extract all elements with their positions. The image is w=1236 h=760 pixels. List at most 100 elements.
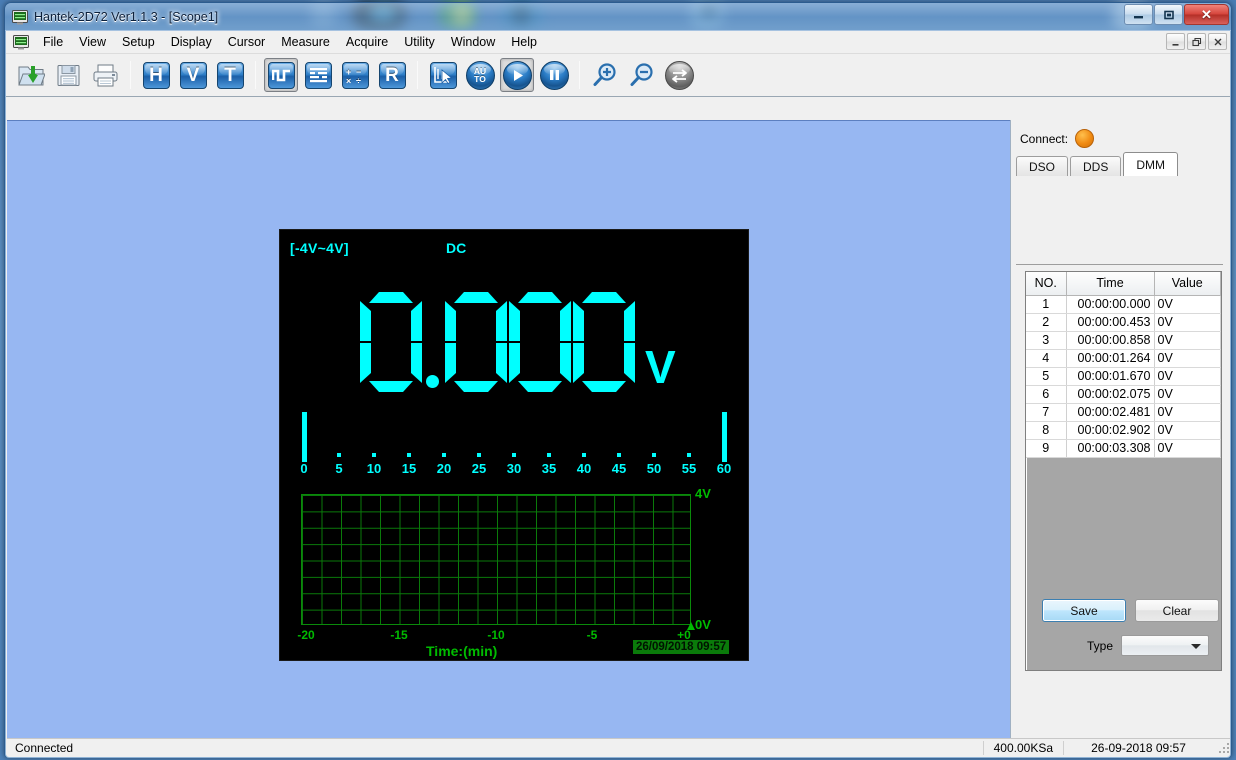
table-row[interactable]: 4 00:00:01.264 0V: [1026, 349, 1221, 368]
math-icon: + − × ÷: [341, 61, 369, 89]
tab-dds[interactable]: DDS: [1070, 156, 1122, 176]
cursor-select-button[interactable]: [426, 58, 460, 92]
tab-dso[interactable]: DSO: [1016, 156, 1069, 176]
resize-grip[interactable]: [1217, 741, 1230, 755]
print-icon: [93, 64, 117, 86]
swap-button[interactable]: [662, 58, 696, 92]
waveform-button[interactable]: [264, 58, 298, 92]
menu-item-file[interactable]: File: [35, 32, 71, 52]
table-cell-time: 00:00:02.902: [1066, 421, 1155, 440]
mdi-close-button[interactable]: [1208, 33, 1227, 50]
zoom-in-button[interactable]: [588, 58, 622, 92]
table-row[interactable]: 5 00:00:01.670 0V: [1026, 367, 1221, 386]
column-header-time[interactable]: Time: [1066, 272, 1155, 296]
menu-bar: File View Setup Display Cursor Measure A…: [6, 31, 1230, 54]
open-file-button[interactable]: [14, 58, 48, 92]
horizontal-letter: H: [149, 64, 163, 86]
menu-item-utility[interactable]: Utility: [396, 32, 443, 52]
horizontal-icon: H: [142, 61, 170, 89]
title-bar[interactable]: Hantek-2D72 Ver1.1.3 - [Scope1] ✕: [5, 3, 1231, 31]
analog-bargraph: 0 5 10 15 20 25 30 35 40 45 50 55 60: [294, 412, 734, 476]
menu-item-window[interactable]: Window: [443, 32, 503, 52]
save-button[interactable]: Save: [1042, 599, 1126, 622]
menu-item-view[interactable]: View: [71, 32, 114, 52]
minimize-button[interactable]: [1124, 4, 1153, 25]
trend-timestamp: 26/09/2018 09:57: [633, 640, 730, 654]
table-cell-no: 5: [1026, 367, 1067, 386]
toolbar: H V T + − × ÷ R AU TO: [6, 54, 1230, 97]
menu-item-cursor[interactable]: Cursor: [220, 32, 274, 52]
table-row[interactable]: 1 00:00:00.000 0V: [1026, 295, 1221, 314]
table-row[interactable]: 8 00:00:02.902 0V: [1026, 421, 1221, 440]
zoom-in-icon: [593, 63, 616, 86]
y-axis-bottom-label: 0V: [695, 617, 711, 632]
table-cell-time: 00:00:03.308: [1066, 439, 1155, 458]
table-cell-no: 8: [1026, 421, 1067, 440]
bargraph-tick-label: 50: [646, 461, 662, 476]
bargraph-tick-label: 45: [611, 461, 627, 476]
clear-button[interactable]: Clear: [1135, 599, 1219, 622]
mdi-document-icon[interactable]: [13, 34, 29, 50]
zoom-out-icon: [630, 63, 653, 86]
app-icon: [12, 9, 28, 24]
right-panel: Connect: DSO DDS DMM NO. Time Value 1 00…: [1010, 120, 1229, 739]
trend-grid: [301, 494, 691, 625]
close-button[interactable]: ✕: [1184, 4, 1229, 25]
svg-text:×: ×: [346, 76, 351, 84]
table-cell-no: 7: [1026, 403, 1067, 422]
menu-item-setup[interactable]: Setup: [114, 32, 163, 52]
measure-icon: [304, 61, 332, 89]
tab-dmm[interactable]: DMM: [1123, 152, 1179, 176]
panel-buttons: Save Clear: [1042, 599, 1219, 622]
mode-label: DC: [446, 240, 467, 256]
maximize-restore-button[interactable]: [1154, 4, 1183, 25]
menu-item-help[interactable]: Help: [503, 32, 545, 52]
dmm-display-screen[interactable]: [-4V~4V] DC V 0 5 10 15 20 25 30 35 40 4…: [279, 229, 749, 661]
menu-item-measure[interactable]: Measure: [273, 32, 338, 52]
column-header-no[interactable]: NO.: [1026, 272, 1067, 296]
run-button[interactable]: [500, 58, 534, 92]
table-cell-value: 0V: [1154, 421, 1221, 440]
save-file-button[interactable]: [51, 58, 85, 92]
menu-item-display[interactable]: Display: [163, 32, 220, 52]
reference-letter: R: [385, 64, 399, 86]
math-button[interactable]: + − × ÷: [338, 58, 372, 92]
pause-button[interactable]: [537, 58, 571, 92]
horizontal-button[interactable]: H: [139, 58, 173, 92]
pause-icon: [539, 60, 569, 90]
reference-button[interactable]: R: [375, 58, 409, 92]
table-cell-no: 2: [1026, 313, 1067, 332]
table-row[interactable]: 9 00:00:03.308 0V: [1026, 439, 1221, 458]
table-row[interactable]: 6 00:00:02.075 0V: [1026, 385, 1221, 404]
bargraph-tick-dot: [687, 453, 691, 457]
unit-label: V: [645, 341, 676, 394]
table-cell-time: 00:00:01.264: [1066, 349, 1155, 368]
bargraph-tick-dot: [337, 453, 341, 457]
measurement-table: NO. Time Value 1 00:00:00.000 0V 2 00:00:00.…: [1026, 272, 1221, 458]
print-button[interactable]: [88, 58, 122, 92]
mdi-client-area: [-4V~4V] DC V 0 5 10 15 20 25 30 35 40 4…: [7, 120, 1014, 739]
vertical-button[interactable]: V: [176, 58, 210, 92]
bargraph-end-bar: [302, 412, 307, 462]
type-dropdown[interactable]: [1121, 635, 1210, 656]
measure-button[interactable]: [301, 58, 335, 92]
window-title: Hantek-2D72 Ver1.1.3 - [Scope1]: [34, 9, 219, 24]
trigger-button[interactable]: T: [213, 58, 247, 92]
mdi-minimize-button[interactable]: [1166, 33, 1185, 50]
status-bar: Connected 400.00KSa 26-09-2018 09:57: [7, 738, 1230, 756]
bargraph-tick-label: 0: [300, 461, 308, 476]
zoom-out-button[interactable]: [625, 58, 659, 92]
menu-item-acquire[interactable]: Acquire: [338, 32, 396, 52]
table-row[interactable]: 2 00:00:00.453 0V: [1026, 313, 1221, 332]
table-row[interactable]: 7 00:00:02.481 0V: [1026, 403, 1221, 422]
type-row: Type: [1087, 635, 1210, 656]
table-row[interactable]: 3 00:00:00.858 0V: [1026, 331, 1221, 350]
mdi-restore-button[interactable]: [1187, 33, 1206, 50]
status-datetime: 26-09-2018 09:57: [1063, 740, 1213, 755]
column-header-value[interactable]: Value: [1154, 272, 1221, 296]
auto-button[interactable]: AU TO: [463, 58, 497, 92]
connect-indicator-icon: [1075, 129, 1095, 148]
table-cell-value: 0V: [1154, 385, 1221, 404]
digit-3: [509, 292, 571, 392]
bargraph-tick-label: 10: [366, 461, 382, 476]
